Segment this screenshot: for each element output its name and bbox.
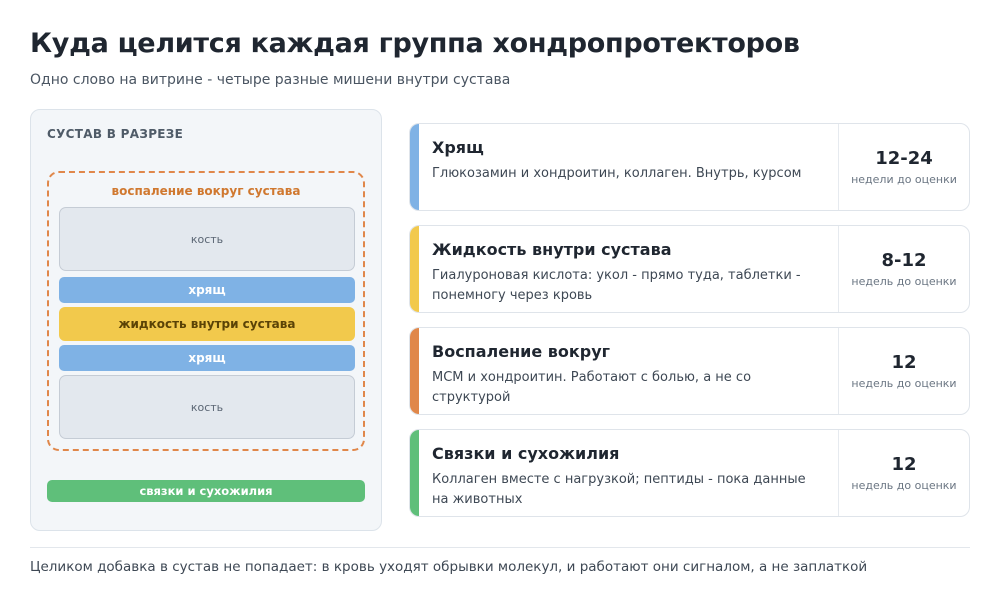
card-weeks-unit: недель до оценки xyxy=(851,479,957,492)
target-card-ligaments: Связки и сухожилия Коллаген вместе с наг… xyxy=(409,429,970,517)
target-card-cartilage: Хрящ Глюкозамин и хондроитин, коллаген. … xyxy=(409,123,970,211)
card-weeks-value: 12 xyxy=(891,352,917,373)
joint-panel-label: СУСТАВ В РАЗРЕЗЕ xyxy=(47,127,184,141)
page-subtitle: Одно слово на витрине - четыре разные ми… xyxy=(30,72,511,88)
card-title: Жидкость внутри сустава xyxy=(432,240,672,259)
card-weeks-value: 12 xyxy=(891,454,917,475)
card-accent xyxy=(410,124,419,210)
cartilage-top: хрящ xyxy=(59,277,355,303)
page-title: Куда целится каждая группа хондропротект… xyxy=(30,28,800,59)
card-weeks-unit: недель до оценки xyxy=(851,377,957,390)
target-card-inflammation: Воспаление вокруг MCM и хондроитин. Рабо… xyxy=(409,327,970,415)
card-accent xyxy=(410,328,419,414)
target-card-fluid: Жидкость внутри сустава Гиалуроновая кис… xyxy=(409,225,970,313)
card-weeks-value: 8-12 xyxy=(881,250,927,271)
card-description: Глюкозамин и хондроитин, коллаген. Внутр… xyxy=(432,166,802,181)
synovial-fluid: жидкость внутри сустава xyxy=(59,307,355,341)
bone-bottom: кость xyxy=(59,375,355,439)
card-weeks-value: 12-24 xyxy=(875,148,933,169)
inflammation-zone: воспаление вокруг сустава кость хрящ жид… xyxy=(47,171,365,451)
footer-note: Целиком добавка в сустав не попадает: в … xyxy=(30,559,868,575)
ligaments-bar: связки и сухожилия xyxy=(47,480,365,502)
inflammation-label: воспаление вокруг сустава xyxy=(111,184,301,198)
joint-diagram-panel: СУСТАВ В РАЗРЕЗЕ воспаление вокруг суста… xyxy=(30,109,382,531)
cartilage-bottom: хрящ xyxy=(59,345,355,371)
card-description: Коллаген вместе с нагрузкой; пептиды - п… xyxy=(432,472,806,507)
card-weeks-unit: недели до оценки xyxy=(851,173,957,186)
card-weeks-unit: недель до оценки xyxy=(851,275,957,288)
card-title: Хрящ xyxy=(432,138,484,157)
card-title: Связки и сухожилия xyxy=(432,444,620,463)
bone-top: кость xyxy=(59,207,355,271)
card-accent xyxy=(410,226,419,312)
card-description: MCM и хондроитин. Работают с болью, а не… xyxy=(432,370,752,405)
footer-divider xyxy=(30,547,970,548)
card-description: Гиалуроновая кислота: укол - прямо туда,… xyxy=(432,268,801,303)
card-title: Воспаление вокруг xyxy=(432,342,610,361)
card-accent xyxy=(410,430,419,516)
